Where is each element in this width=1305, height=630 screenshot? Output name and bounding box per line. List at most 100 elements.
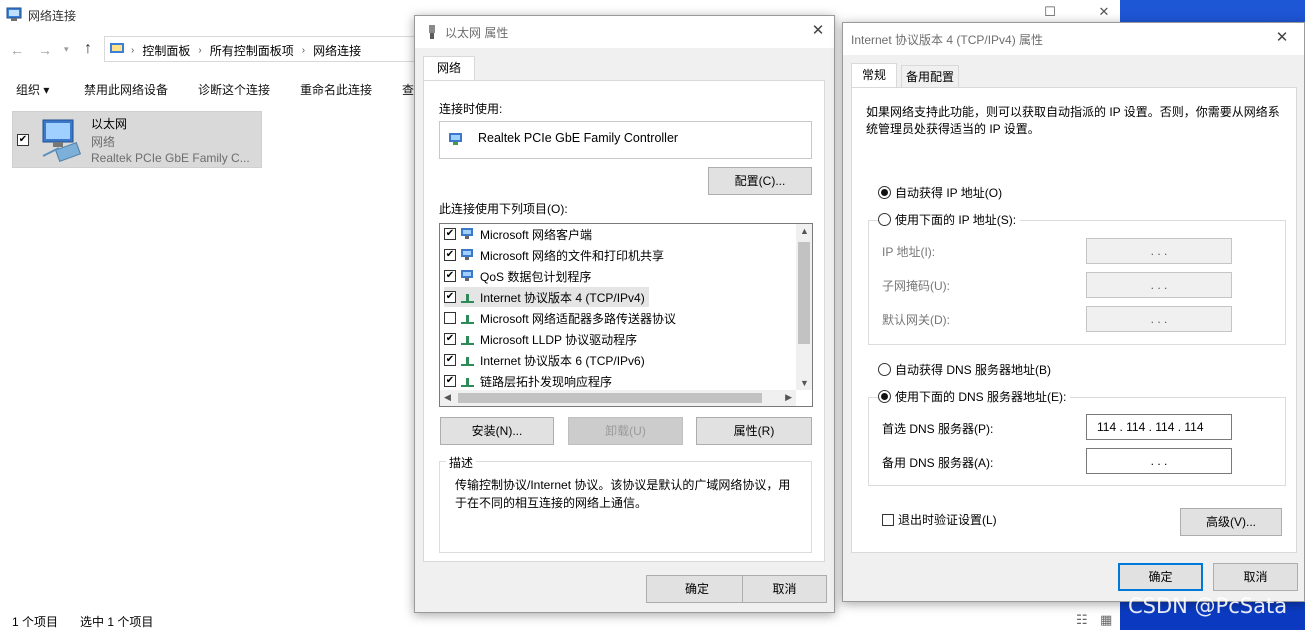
- cancel-button[interactable]: 取消: [742, 575, 827, 603]
- list-item-selected[interactable]: ✔ Internet 协议版本 4 (TCP/IPv4): [444, 287, 649, 307]
- scroll-down-icon[interactable]: ▼: [800, 378, 809, 388]
- breadcrumb: › 控制面板 › 所有控制面板项 › 网络连接: [131, 42, 361, 59]
- auto-ip-option[interactable]: 自动获得 IP 地址(O): [878, 184, 1002, 201]
- manual-ip-option[interactable]: 使用下面的 IP 地址(S):: [878, 211, 1021, 228]
- radio-button[interactable]: [878, 390, 891, 403]
- back-arrow-icon[interactable]: ←: [10, 42, 24, 58]
- radio-button[interactable]: [878, 363, 891, 376]
- description-label: 描述: [446, 454, 477, 471]
- cancel-button[interactable]: 取消: [1213, 563, 1298, 591]
- checkbox[interactable]: ✔: [444, 375, 456, 387]
- tab-network[interactable]: 网络: [423, 56, 475, 80]
- radio-button[interactable]: [878, 213, 891, 226]
- view-status-button[interactable]: 查: [402, 81, 414, 98]
- breadcrumb-network-connections[interactable]: 网络连接: [313, 42, 361, 59]
- diagnose-button[interactable]: 诊断这个连接: [198, 81, 270, 98]
- ip-address-field[interactable]: . . .: [1086, 238, 1232, 264]
- ethernet-adapter-icon: [37, 116, 85, 164]
- tab-alternate-config[interactable]: 备用配置: [901, 65, 959, 87]
- rename-button[interactable]: 重命名此连接: [300, 81, 372, 98]
- properties-button[interactable]: 属性(R): [696, 417, 812, 445]
- radio-button[interactable]: [878, 186, 891, 199]
- breadcrumb-all-items[interactable]: 所有控制面板项: [210, 42, 294, 59]
- general-tab-panel: 如果网络支持此功能，则可以获取自动指派的 IP 设置。否则，你需要从网络系统管理…: [851, 87, 1297, 553]
- manual-ip-label: 使用下面的 IP 地址(S):: [895, 213, 1017, 227]
- scroll-thumb[interactable]: [798, 242, 810, 344]
- adapter-name: Realtek PCIe GbE Family Controller: [478, 131, 679, 145]
- item-label: Internet 协议版本 6 (TCP/IPv6): [480, 353, 645, 368]
- protocol-icon: [461, 336, 474, 345]
- validate-option[interactable]: 退出时验证设置(L): [882, 511, 997, 528]
- breadcrumb-control-panel[interactable]: 控制面板: [142, 42, 190, 59]
- checkbox[interactable]: ✔: [444, 228, 456, 240]
- tab-general[interactable]: 常规: [851, 63, 897, 87]
- uninstall-button[interactable]: 卸载(U): [568, 417, 683, 445]
- ethernet-cable-icon: [425, 24, 439, 40]
- vertical-scrollbar[interactable]: ▲ ▼: [796, 224, 812, 390]
- maximize-button[interactable]: ☐: [1030, 4, 1070, 20]
- protocol-icon: [461, 357, 474, 366]
- validate-label: 退出时验证设置(L): [898, 513, 997, 527]
- horizontal-scrollbar[interactable]: ◀ ▶: [440, 390, 796, 406]
- list-item[interactable]: Microsoft 网络适配器多路传送器协议: [444, 308, 676, 328]
- configure-button[interactable]: 配置(C)...: [708, 167, 812, 195]
- close-icon[interactable]: ✕: [1266, 23, 1298, 53]
- advanced-button[interactable]: 高级(V)...: [1180, 508, 1282, 536]
- selected-count: 选中 1 个项目: [80, 615, 154, 629]
- ok-button[interactable]: 确定: [1118, 563, 1203, 591]
- details-view-icon[interactable]: ☷: [1076, 612, 1088, 628]
- checkbox[interactable]: [444, 312, 456, 324]
- list-item[interactable]: ✔ Microsoft 网络客户端: [444, 224, 592, 244]
- window-title: 网络连接: [28, 9, 77, 23]
- alternate-dns-field[interactable]: . . .: [1086, 448, 1232, 474]
- breadcrumb-separator-icon: ›: [131, 45, 135, 56]
- tiles-view-icon[interactable]: ▦: [1100, 612, 1112, 628]
- dialog-title: 以太网 属性: [445, 26, 509, 40]
- history-chevron-icon[interactable]: ▾: [64, 44, 69, 55]
- ok-button[interactable]: 确定: [646, 575, 748, 603]
- checkbox[interactable]: ✔: [444, 270, 456, 282]
- validate-checkbox[interactable]: [882, 513, 894, 526]
- network-connections-icon: [6, 6, 22, 22]
- gateway-field[interactable]: . . .: [1086, 306, 1232, 332]
- list-item[interactable]: ✔ Microsoft LLDP 协议驱动程序: [444, 329, 637, 349]
- scroll-left-icon[interactable]: ◀: [444, 392, 451, 403]
- close-button[interactable]: ✕: [1084, 4, 1124, 20]
- component-list[interactable]: ✔ Microsoft 网络客户端 ✔ Microsoft 网络的文件和打印机共…: [439, 223, 813, 407]
- ethernet-connection-item[interactable]: ✔ 以太网 网络 Realtek PCIe GbE Family C...: [12, 111, 262, 168]
- protocol-icon: [461, 315, 474, 324]
- up-arrow-icon[interactable]: ↑: [84, 40, 92, 58]
- checkbox[interactable]: ✔: [444, 249, 456, 261]
- scroll-up-icon[interactable]: ▲: [800, 226, 809, 236]
- item-checkbox[interactable]: ✔: [17, 134, 29, 146]
- description-text: 传输控制协议/Internet 协议。该协议是默认的广域网络协议，用于在不同的相…: [455, 478, 791, 510]
- scroll-right-icon[interactable]: ▶: [785, 392, 792, 403]
- forward-arrow-icon[interactable]: →: [38, 42, 52, 58]
- preferred-dns-field[interactable]: 114 . 114 . 114 . 114: [1086, 414, 1232, 440]
- items-label: 此连接使用下列项目(O):: [439, 202, 568, 216]
- scroll-thumb[interactable]: [458, 393, 762, 403]
- file-share-icon: [461, 249, 473, 260]
- list-item[interactable]: ✔ 链路层拓扑发现响应程序: [444, 371, 612, 391]
- checkbox[interactable]: ✔: [444, 291, 456, 303]
- close-icon[interactable]: ✕: [802, 16, 834, 46]
- checkbox[interactable]: ✔: [444, 333, 456, 345]
- checkbox[interactable]: ✔: [444, 354, 456, 366]
- description-group: 描述 传输控制协议/Internet 协议。该协议是默认的广域网络协议，用于在不…: [439, 454, 812, 553]
- adapter-box: Realtek PCIe GbE Family Controller: [439, 121, 812, 159]
- manual-dns-option[interactable]: 使用下面的 DNS 服务器地址(E):: [878, 388, 1071, 405]
- disable-device-button[interactable]: 禁用此网络设备: [84, 81, 168, 98]
- item-label: Microsoft 网络的文件和打印机共享: [480, 248, 665, 263]
- list-item[interactable]: ✔ Microsoft 网络的文件和打印机共享: [444, 245, 664, 265]
- network-adapter-icon: [448, 132, 464, 148]
- subnet-mask-label: 子网掩码(U):: [882, 279, 950, 293]
- list-item[interactable]: ✔ QoS 数据包计划程序: [444, 266, 591, 286]
- gateway-label: 默认网关(D):: [882, 313, 950, 327]
- install-button[interactable]: 安装(N)...: [440, 417, 554, 445]
- organize-menu[interactable]: 组织 ▾: [16, 81, 49, 98]
- auto-dns-option[interactable]: 自动获得 DNS 服务器地址(B): [878, 361, 1051, 378]
- address-bar[interactable]: › 控制面板 › 所有控制面板项 › 网络连接: [104, 36, 416, 62]
- list-item[interactable]: ✔ Internet 协议版本 6 (TCP/IPv6): [444, 350, 645, 370]
- dialog-title-bar: Internet 协议版本 4 (TCP/IPv4) 属性 ✕: [843, 23, 1304, 55]
- subnet-mask-field[interactable]: . . .: [1086, 272, 1232, 298]
